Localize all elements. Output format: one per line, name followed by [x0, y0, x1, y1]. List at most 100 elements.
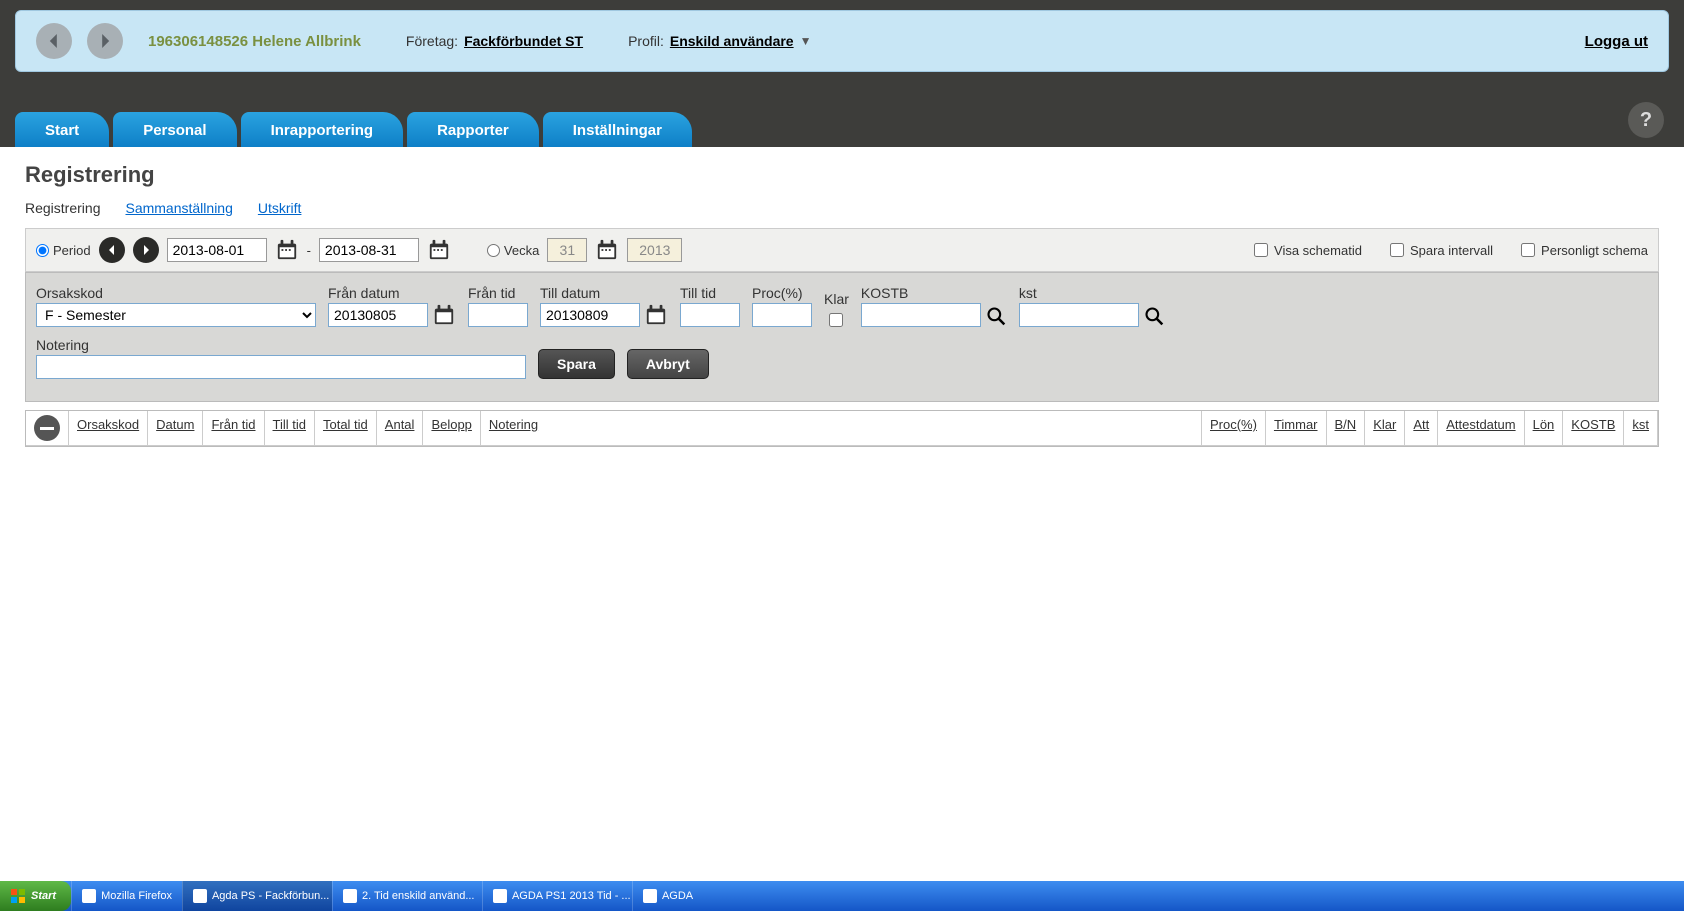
nav-next-button[interactable] — [87, 23, 123, 59]
th-klar[interactable]: Klar — [1365, 411, 1405, 446]
till-datum-label: Till datum — [540, 285, 668, 301]
kostb-input[interactable] — [861, 303, 981, 327]
dropdown-arrow-icon[interactable]: ▼ — [800, 34, 812, 48]
personal-schedule-checkbox[interactable] — [1521, 243, 1535, 257]
th-fran-tid[interactable]: Från tid — [203, 411, 264, 446]
fran-tid-input[interactable] — [468, 303, 528, 327]
search-icon[interactable] — [1143, 305, 1165, 327]
top-bar: 196306148526 Helene Allbrink Företag: Fa… — [15, 10, 1669, 72]
date-to-input[interactable] — [319, 238, 419, 262]
period-label: Period — [53, 243, 91, 258]
help-button[interactable]: ? — [1628, 102, 1664, 138]
filter-bar: Period - Vecka Visa schematid Spar — [25, 228, 1659, 272]
week-radio-wrap[interactable]: Vecka — [487, 243, 539, 258]
task-item[interactable]: AGDA PS1 2013 Tid - ... — [482, 881, 632, 911]
th-bn[interactable]: B/N — [1327, 411, 1366, 446]
profile-link[interactable]: Enskild användare — [670, 33, 794, 49]
th-attestdatum[interactable]: Attestdatum — [1438, 411, 1524, 446]
date-from-input[interactable] — [167, 238, 267, 262]
till-tid-input[interactable] — [680, 303, 740, 327]
th-till-tid[interactable]: Till tid — [265, 411, 315, 446]
user-info: 196306148526 Helene Allbrink — [148, 33, 361, 50]
tab-personal[interactable]: Personal — [113, 112, 236, 147]
kostb-label: KOSTB — [861, 285, 1007, 301]
taskbar: Start Mozilla Firefox Agda PS - Fackförb… — [0, 881, 1684, 911]
page-title: Registrering — [25, 162, 1659, 188]
profile-label: Profil: — [628, 33, 664, 49]
folder-icon — [643, 889, 657, 903]
th-total-tid[interactable]: Total tid — [315, 411, 377, 446]
sub-tabs: Registrering Sammanställning Utskrift — [25, 200, 1659, 216]
calendar-icon[interactable] — [275, 238, 299, 262]
start-button[interactable]: Start — [0, 881, 71, 911]
th-orsakskod[interactable]: Orsakskod — [69, 411, 148, 446]
main-tabs: Start Personal Inrapportering Rapporter … — [0, 72, 1684, 147]
task-item[interactable]: Mozilla Firefox — [71, 881, 182, 911]
notering-input[interactable] — [36, 355, 526, 379]
task-item[interactable]: AGDA — [632, 881, 703, 911]
th-datum[interactable]: Datum — [148, 411, 203, 446]
doc-icon — [343, 889, 357, 903]
company-label: Företag: — [406, 33, 458, 49]
proc-input[interactable] — [752, 303, 812, 327]
orsakskod-select[interactable]: F - Semester — [36, 303, 316, 327]
fran-datum-input[interactable] — [328, 303, 428, 327]
personal-schedule-check[interactable]: Personligt schema — [1521, 243, 1648, 258]
save-interval-checkbox[interactable] — [1390, 243, 1404, 257]
till-datum-input[interactable] — [540, 303, 640, 327]
th-belopp[interactable]: Belopp — [423, 411, 480, 446]
fran-tid-label: Från tid — [468, 285, 528, 301]
calendar-icon[interactable] — [595, 238, 619, 262]
period-radio[interactable] — [36, 244, 49, 257]
company-link[interactable]: Fackförbundet ST — [464, 33, 583, 49]
proc-label: Proc(%) — [752, 285, 812, 301]
cancel-button[interactable]: Avbryt — [627, 349, 709, 379]
till-tid-label: Till tid — [680, 285, 740, 301]
period-radio-wrap[interactable]: Period — [36, 243, 91, 258]
show-schedule-check[interactable]: Visa schematid — [1254, 243, 1362, 258]
logout-link[interactable]: Logga ut — [1585, 33, 1648, 50]
calendar-icon[interactable] — [432, 303, 456, 327]
th-antal[interactable]: Antal — [377, 411, 424, 446]
save-button[interactable]: Spara — [538, 349, 615, 379]
year-input[interactable] — [627, 238, 682, 262]
sub-tab-utskrift[interactable]: Utskrift — [258, 200, 302, 216]
sub-tab-registrering[interactable]: Registrering — [25, 200, 100, 216]
week-radio[interactable] — [487, 244, 500, 257]
klar-label: Klar — [824, 291, 849, 307]
remove-button[interactable] — [34, 415, 60, 441]
kst-label: kst — [1019, 285, 1165, 301]
period-prev-button[interactable] — [99, 237, 125, 263]
calendar-icon[interactable] — [427, 238, 451, 262]
firefox-icon — [82, 889, 96, 903]
fran-datum-label: Från datum — [328, 285, 456, 301]
task-item[interactable]: Agda PS - Fackförbun... — [182, 881, 332, 911]
sub-tab-sammanstallning[interactable]: Sammanställning — [125, 200, 232, 216]
search-icon[interactable] — [985, 305, 1007, 327]
tab-start[interactable]: Start — [15, 112, 109, 147]
calendar-icon[interactable] — [644, 303, 668, 327]
th-kst[interactable]: kst — [1624, 411, 1658, 446]
th-lon[interactable]: Lön — [1525, 411, 1564, 446]
period-next-button[interactable] — [133, 237, 159, 263]
th-proc[interactable]: Proc(%) — [1202, 411, 1266, 446]
doc-icon — [493, 889, 507, 903]
save-interval-check[interactable]: Spara intervall — [1390, 243, 1493, 258]
notering-label: Notering — [36, 337, 526, 353]
show-schedule-checkbox[interactable] — [1254, 243, 1268, 257]
tab-rapporter[interactable]: Rapporter — [407, 112, 539, 147]
kst-input[interactable] — [1019, 303, 1139, 327]
results-table: Orsakskod Datum Från tid Till tid Total … — [25, 410, 1659, 447]
week-input[interactable] — [547, 238, 587, 262]
tab-installningar[interactable]: Inställningar — [543, 112, 692, 147]
th-att[interactable]: Att — [1405, 411, 1438, 446]
th-kostb[interactable]: KOSTB — [1563, 411, 1624, 446]
th-timmar[interactable]: Timmar — [1266, 411, 1327, 446]
date-dash: - — [307, 243, 311, 258]
tab-inrapportering[interactable]: Inrapportering — [241, 112, 404, 147]
nav-prev-button[interactable] — [36, 23, 72, 59]
task-item[interactable]: 2. Tid enskild använd... — [332, 881, 482, 911]
th-notering[interactable]: Notering — [481, 411, 1202, 446]
app-icon — [193, 889, 207, 903]
klar-checkbox[interactable] — [829, 313, 843, 327]
